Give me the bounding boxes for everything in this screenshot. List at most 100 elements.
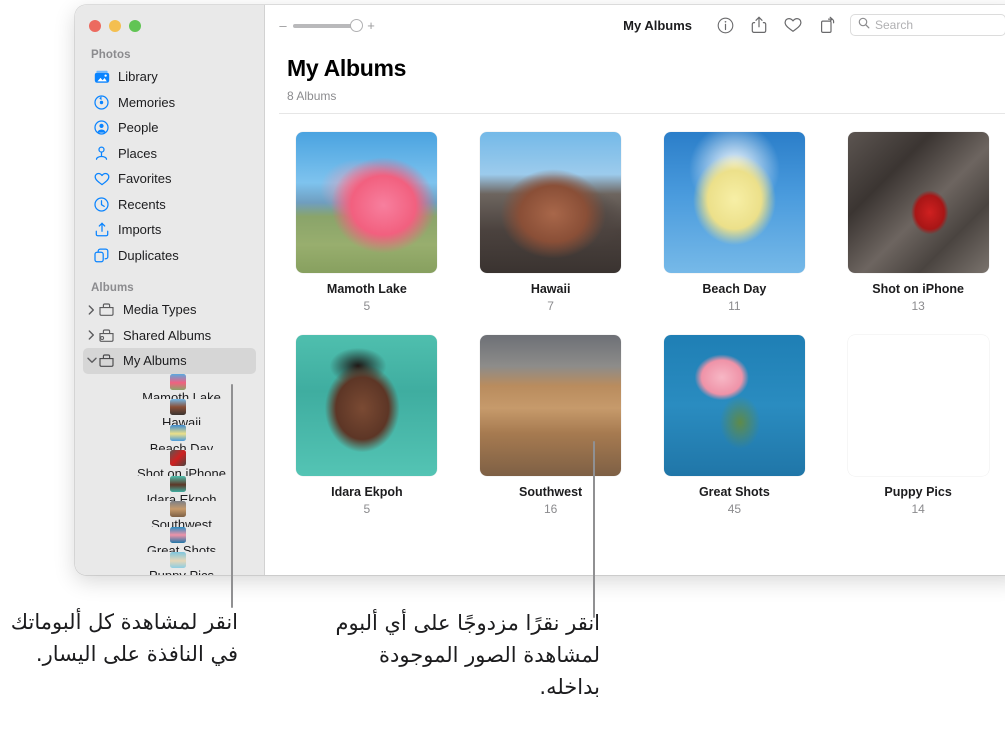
sidebar-item-label: Duplicates bbox=[118, 247, 179, 263]
sidebar-item-label: Recents bbox=[118, 196, 166, 212]
screenshot-root: Photos Library Memories People Places Fa… bbox=[0, 0, 1005, 729]
sidebar-item-media-types[interactable]: Media Types bbox=[83, 297, 256, 323]
info-icon[interactable] bbox=[708, 12, 742, 38]
favorite-heart-icon[interactable] bbox=[776, 12, 810, 38]
page-header: My Albums 8 Albums bbox=[265, 45, 1005, 103]
album-photo-count: 14 bbox=[911, 501, 925, 516]
duplicates-icon bbox=[93, 247, 110, 263]
chevron-right-icon[interactable] bbox=[86, 330, 97, 340]
album-tile[interactable]: Beach Day 11 bbox=[659, 131, 811, 313]
zoom-slider-control[interactable]: – + bbox=[279, 18, 375, 33]
album-thumb-icon bbox=[169, 552, 186, 568]
library-icon bbox=[93, 69, 110, 85]
sidebar-item-label: Places bbox=[118, 145, 158, 161]
sidebar-item-label: Hawaii bbox=[161, 415, 201, 425]
album-thumb-icon bbox=[169, 399, 186, 415]
album-name: Shot on iPhone bbox=[872, 281, 964, 296]
album-tile[interactable]: Hawaii 7 bbox=[475, 131, 627, 313]
album-photo-count: 5 bbox=[363, 501, 371, 516]
sidebar-item-label: Shared Albums bbox=[123, 327, 212, 343]
sidebar: Photos Library Memories People Places Fa… bbox=[75, 5, 265, 575]
album-name: Great Shots bbox=[698, 484, 770, 499]
window-traffic-lights bbox=[75, 5, 264, 41]
sidebar-item-label: Idara Ekpoh bbox=[146, 491, 217, 502]
album-thumb-icon bbox=[169, 424, 186, 441]
search-input[interactable]: Search bbox=[875, 18, 913, 32]
photos-window: Photos Library Memories People Places Fa… bbox=[75, 5, 1005, 575]
album-tile[interactable]: Mamoth Lake 5 bbox=[291, 131, 443, 313]
toolbar-title: My Albums bbox=[623, 17, 692, 33]
album-thumb-icon bbox=[169, 501, 186, 517]
sidebar-item-my-albums[interactable]: My Albums bbox=[83, 348, 256, 374]
minimize-button[interactable] bbox=[109, 20, 121, 32]
album-photo-count: 5 bbox=[363, 298, 371, 313]
sidebar-item-favorites[interactable]: Favorites bbox=[83, 166, 256, 192]
album-tile[interactable]: Shot on iPhone 13 bbox=[842, 131, 994, 313]
sidebar-item-shared-albums[interactable]: Shared Albums bbox=[83, 323, 256, 349]
album-thumb-icon bbox=[169, 373, 186, 390]
sidebar-item-places[interactable]: Places bbox=[83, 141, 256, 167]
sidebar-item-people[interactable]: People bbox=[83, 115, 256, 141]
album-cover-image[interactable] bbox=[296, 334, 438, 476]
sidebar-item-imports[interactable]: Imports bbox=[83, 217, 256, 243]
places-icon bbox=[93, 145, 110, 161]
album-cover-image[interactable] bbox=[480, 131, 622, 273]
album-thumb-icon bbox=[169, 526, 186, 543]
sidebar-item-duplicates[interactable]: Duplicates bbox=[83, 243, 256, 269]
sidebar-item-label: My Albums bbox=[123, 353, 187, 369]
sidebar-section-albums-title: Albums bbox=[91, 282, 134, 294]
album-cover-image[interactable] bbox=[663, 131, 805, 273]
sidebar-item-label: Great Shots bbox=[146, 542, 217, 553]
shared-folder-icon bbox=[98, 327, 115, 343]
zoom-out-label[interactable]: – bbox=[279, 18, 287, 33]
rotate-icon[interactable] bbox=[810, 12, 844, 38]
toolbar-right-group: My Albums Search bbox=[623, 5, 1005, 45]
sidebar-item-label: Beach Day bbox=[149, 440, 214, 451]
content-area: – + My Albums Search My Albums 8 Albums … bbox=[265, 5, 1005, 575]
search-icon bbox=[858, 16, 870, 34]
toolbar: – + My Albums Search bbox=[265, 5, 1005, 45]
album-cover-image[interactable] bbox=[296, 131, 438, 273]
chevron-right-icon[interactable] bbox=[86, 305, 97, 315]
album-name: Hawaii bbox=[530, 281, 571, 296]
folder-icon bbox=[98, 353, 115, 369]
album-tile[interactable]: Puppy Pics 14 bbox=[842, 335, 994, 516]
album-photo-count: 45 bbox=[727, 501, 742, 516]
sidebar-item-library[interactable]: Library bbox=[83, 64, 256, 90]
album-name: Beach Day bbox=[702, 281, 767, 296]
album-name: Southwest bbox=[519, 484, 583, 499]
search-field[interactable]: Search bbox=[850, 14, 1005, 36]
album-cover-image[interactable] bbox=[847, 131, 989, 273]
sidebar-item-label: Memories bbox=[118, 94, 176, 110]
clock-icon bbox=[93, 196, 110, 212]
sidebar-item-label: Mamoth Lake bbox=[142, 389, 221, 400]
album-cover-image[interactable] bbox=[848, 335, 989, 476]
zoom-button[interactable] bbox=[129, 20, 141, 32]
sidebar-item-label: Library bbox=[118, 69, 158, 85]
callout-text-album: انقر نقرًا مزدوجًا على أي ألبوم لمشاهدة … bbox=[335, 611, 600, 699]
sidebar-item-memories[interactable]: Memories bbox=[83, 90, 256, 116]
albums-grid: Mamoth Lake 5 Hawaii 7 Beach Day 11 Shot… bbox=[265, 114, 1005, 516]
album-name: Mamoth Lake bbox=[326, 281, 407, 296]
sidebar-item-label: People bbox=[118, 120, 159, 136]
album-cover-image[interactable] bbox=[663, 334, 805, 476]
zoom-in-label[interactable]: + bbox=[367, 18, 375, 33]
callout-text-sidebar: انقر لمشاهدة كل ألبوماتك في النافذة على … bbox=[10, 610, 238, 666]
album-tile[interactable]: Idara Ekpoh 5 bbox=[291, 334, 443, 516]
people-icon bbox=[93, 120, 110, 136]
sidebar-item-recents[interactable]: Recents bbox=[83, 192, 256, 218]
share-icon[interactable] bbox=[742, 12, 776, 38]
album-thumb-icon bbox=[169, 475, 186, 492]
chevron-down-icon[interactable] bbox=[86, 357, 97, 364]
album-photo-count: 16 bbox=[543, 501, 558, 516]
close-button[interactable] bbox=[89, 20, 101, 32]
album-name: Idara Ekpoh bbox=[331, 484, 403, 499]
album-cover-image[interactable] bbox=[480, 334, 622, 476]
heart-icon bbox=[93, 171, 110, 187]
import-icon bbox=[93, 222, 110, 238]
slider-knob[interactable] bbox=[350, 18, 363, 32]
album-tile[interactable]: Southwest 16 bbox=[475, 334, 627, 516]
album-tile[interactable]: Great Shots 45 bbox=[659, 334, 811, 516]
zoom-slider[interactable] bbox=[293, 18, 363, 32]
album-photo-count: 7 bbox=[547, 298, 554, 313]
